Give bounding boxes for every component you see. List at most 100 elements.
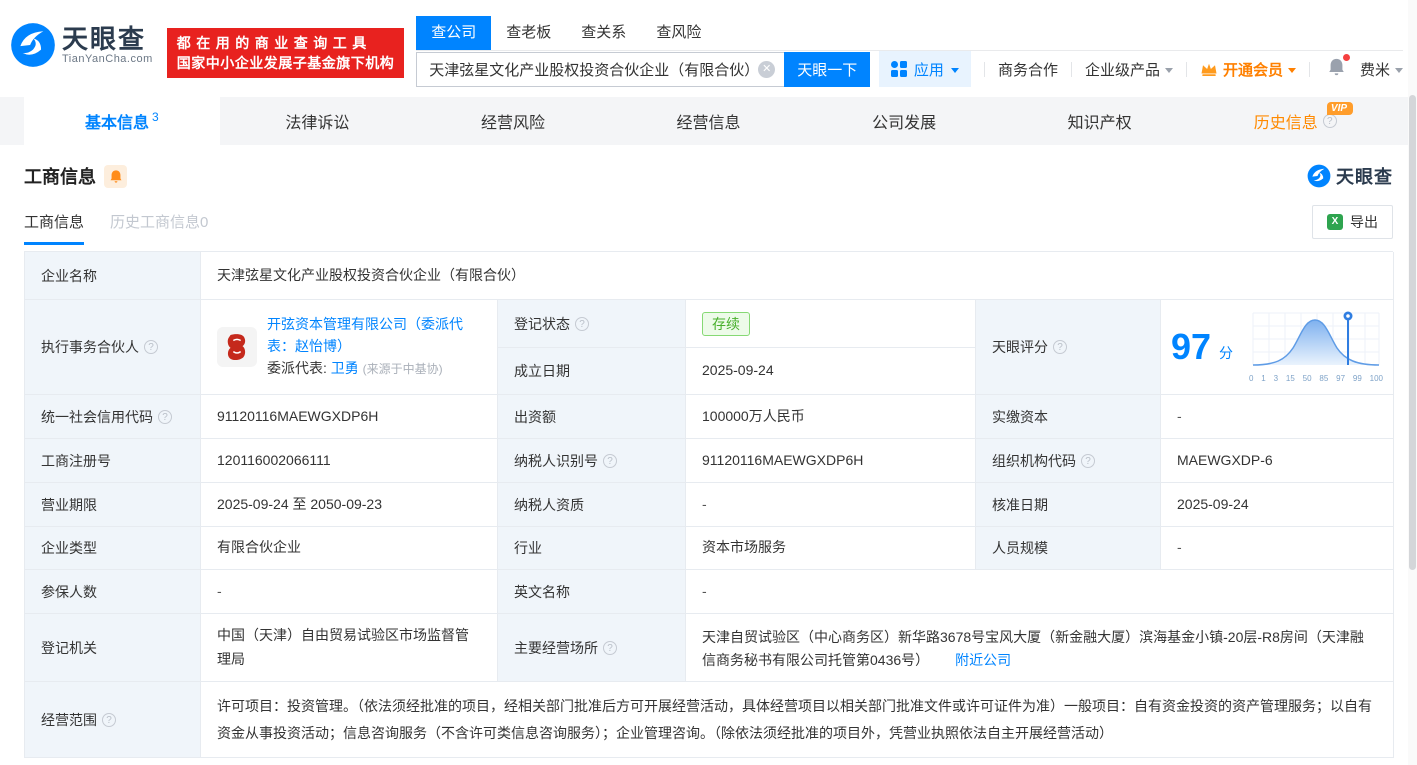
field-label-english-name: 英文名称 [498,570,686,614]
help-icon[interactable]: ? [575,316,589,331]
field-value-staff-size: - [1161,527,1394,570]
rep-name-link[interactable]: 卫勇 [331,360,359,376]
field-label-industry: 行业 [498,527,686,570]
field-label-reg-number: 工商注册号 [25,439,201,483]
tab-company-development[interactable]: 公司发展 [806,97,1002,145]
partner-company-link[interactable]: 开弦资本管理有限公司（委派代表：赵怡博） [267,316,463,354]
search-zone: 查公司 查老板 查关系 查风险 ✕ 天眼一下 应用 商务合作 企业 [416,16,1403,87]
menu-divider [1308,61,1310,77]
chevron-down-icon [1164,67,1173,73]
field-value-company-type: 有限合伙企业 [201,527,498,570]
field-label-insured-count: 参保人数 [25,570,201,614]
field-value-taxpayer-quality: - [686,483,976,527]
search-tab-risk[interactable]: 查风险 [641,16,716,50]
scrollbar-thumb[interactable] [1409,95,1416,570]
apps-menu-button[interactable]: 应用 [878,51,971,87]
vip-badge: VIP [1326,102,1354,115]
search-tabs: 查公司 查老板 查关系 查风险 [416,16,1403,51]
notification-dot [1342,53,1350,61]
field-label-business-address: 主要经营场所? [498,614,686,682]
nearby-companies-link[interactable]: 附近公司 [955,652,1011,668]
field-value-registration-status: 存续 [686,300,976,348]
field-value-business-term: 2025-09-24 至 2050-09-23 [201,483,498,527]
field-value-establish-date: 2025-09-24 [686,348,976,395]
field-value-business-address: 天津自贸试验区（中心商务区）新华路3678号宝风大厦（新金融大厦）滨海基金小镇-… [686,614,1394,682]
help-icon[interactable]: ? [102,712,116,727]
username: 费米 [1359,61,1390,79]
menu-item-cooperation[interactable]: 商务合作 [998,59,1058,80]
subtab-business-info[interactable]: 工商信息 [24,211,85,245]
search-tab-relation[interactable]: 查关系 [566,16,641,50]
tab-legal-proceedings[interactable]: 法律诉讼 [220,97,416,145]
status-badge: 存续 [702,311,750,336]
field-label-business-term: 营业期限 [25,483,201,527]
menu-divider [1185,61,1187,77]
search-button[interactable]: 天眼一下 [784,51,871,87]
tab-intellectual-property[interactable]: 知识产权 [1002,97,1198,145]
field-value-score[interactable]: 97 分 0 1 3 15 50 85 97 99 100 [1161,300,1394,395]
company-seal-avatar[interactable] [217,327,257,367]
business-info-table: 企业名称 天津弦星文化产业股权投资合伙企业（有限合伙） 执行事务合伙人? 开弦资… [24,251,1394,758]
help-icon[interactable]: ? [144,340,158,354]
rep-source: (来源于中基协) [362,362,443,377]
field-label-paid-capital: 实缴资本 [976,395,1161,439]
field-label-approval-date: 核准日期 [976,483,1161,527]
help-icon[interactable]: ? [1053,340,1067,354]
help-icon[interactable]: ? [603,453,617,468]
subscribe-bell-button[interactable] [104,164,127,188]
help-icon[interactable]: ? [1322,114,1337,128]
field-value-english-name: - [686,570,1394,614]
tianyancha-logo-icon [1307,164,1331,188]
promo-line1: 都在用的商业查询工具 [176,35,372,51]
menu-item-vip[interactable]: 开通会员 [1200,59,1296,80]
chevron-down-icon [950,67,959,73]
help-icon[interactable]: ? [1081,453,1095,468]
search-input[interactable] [416,51,785,87]
tab-basic-info[interactable]: 基本信息 3 [24,97,220,145]
promo-banner: 都在用的商业查询工具 国家中小企业发展子基金旗下机构 [166,28,405,78]
tab-operating-risk[interactable]: 经营风险 [415,97,611,145]
tianyancha-logo[interactable]: 天眼查 TianYanCha.com [10,22,153,68]
page-header: 天眼查 TianYanCha.com 都在用的商业查询工具 国家中小企业发展子基… [0,0,1417,97]
notification-bell[interactable] [1327,53,1350,82]
logo-brand-text: 天眼查 [62,24,147,54]
chevron-down-icon [1287,67,1296,73]
menu-item-enterprise[interactable]: 企业级产品 [1085,59,1173,80]
field-label-score: 天眼评分? [976,300,1161,395]
logo-domain-text: TianYanCha.com [62,53,153,65]
field-label-org-code: 组织机构代码? [976,439,1161,483]
field-label-business-scope: 经营范围? [25,682,201,758]
menu-divider [983,61,985,77]
promo-line2: 国家中小企业发展子基金旗下机构 [176,55,395,71]
field-label-staff-size: 人员规模 [976,527,1161,570]
export-button[interactable]: X 导出 [1312,205,1393,239]
field-label-contribution: 出资额 [498,395,686,439]
field-value-industry: 资本市场服务 [686,527,976,570]
field-value-org-code: MAEWGXDP-6 [1161,439,1394,483]
page-scrollbar[interactable] [1408,0,1417,765]
field-value-contribution: 100000万人民币 [686,395,976,439]
score-distribution-chart: 0 1 3 15 50 85 97 99 100 [1249,309,1383,385]
subtab-history-business-info[interactable]: 历史工商信息0 [110,211,208,245]
field-value-credit-code: 91120116MAEWGXDP6H [201,395,498,439]
field-label-establish-date: 成立日期 [498,348,686,395]
search-tab-boss[interactable]: 查老板 [491,16,566,50]
tab-operating-info[interactable]: 经营信息 [611,97,807,145]
company-nav-tabs: 基本信息 3 法律诉讼 经营风险 经营信息 公司发展 知识产权 VIP 历史信息 … [0,97,1417,145]
help-icon[interactable]: ? [158,409,172,424]
apps-label: 应用 [913,61,944,79]
rep-label: 委派代表: [267,360,327,377]
score-unit: 分 [1219,345,1234,362]
apps-grid-icon [890,61,907,77]
crown-icon [1201,63,1217,77]
search-tab-company[interactable]: 查公司 [416,16,492,50]
field-value-reg-number: 120116002066111 [201,439,498,483]
user-menu[interactable]: 费米 [1360,59,1403,80]
chevron-down-icon [1395,67,1403,73]
score-value: 97 [1171,326,1212,367]
tab-history-info[interactable]: VIP 历史信息 ? [1197,97,1393,145]
help-icon[interactable]: ? [603,640,617,655]
clear-search-icon[interactable]: ✕ [758,60,776,78]
field-label-credit-code: 统一社会信用代码? [25,395,201,439]
main-content: 工商信息 天眼查 工商信息 历史工商信息0 X 导出 企业名称 天津弦星文化产业… [0,163,1417,758]
